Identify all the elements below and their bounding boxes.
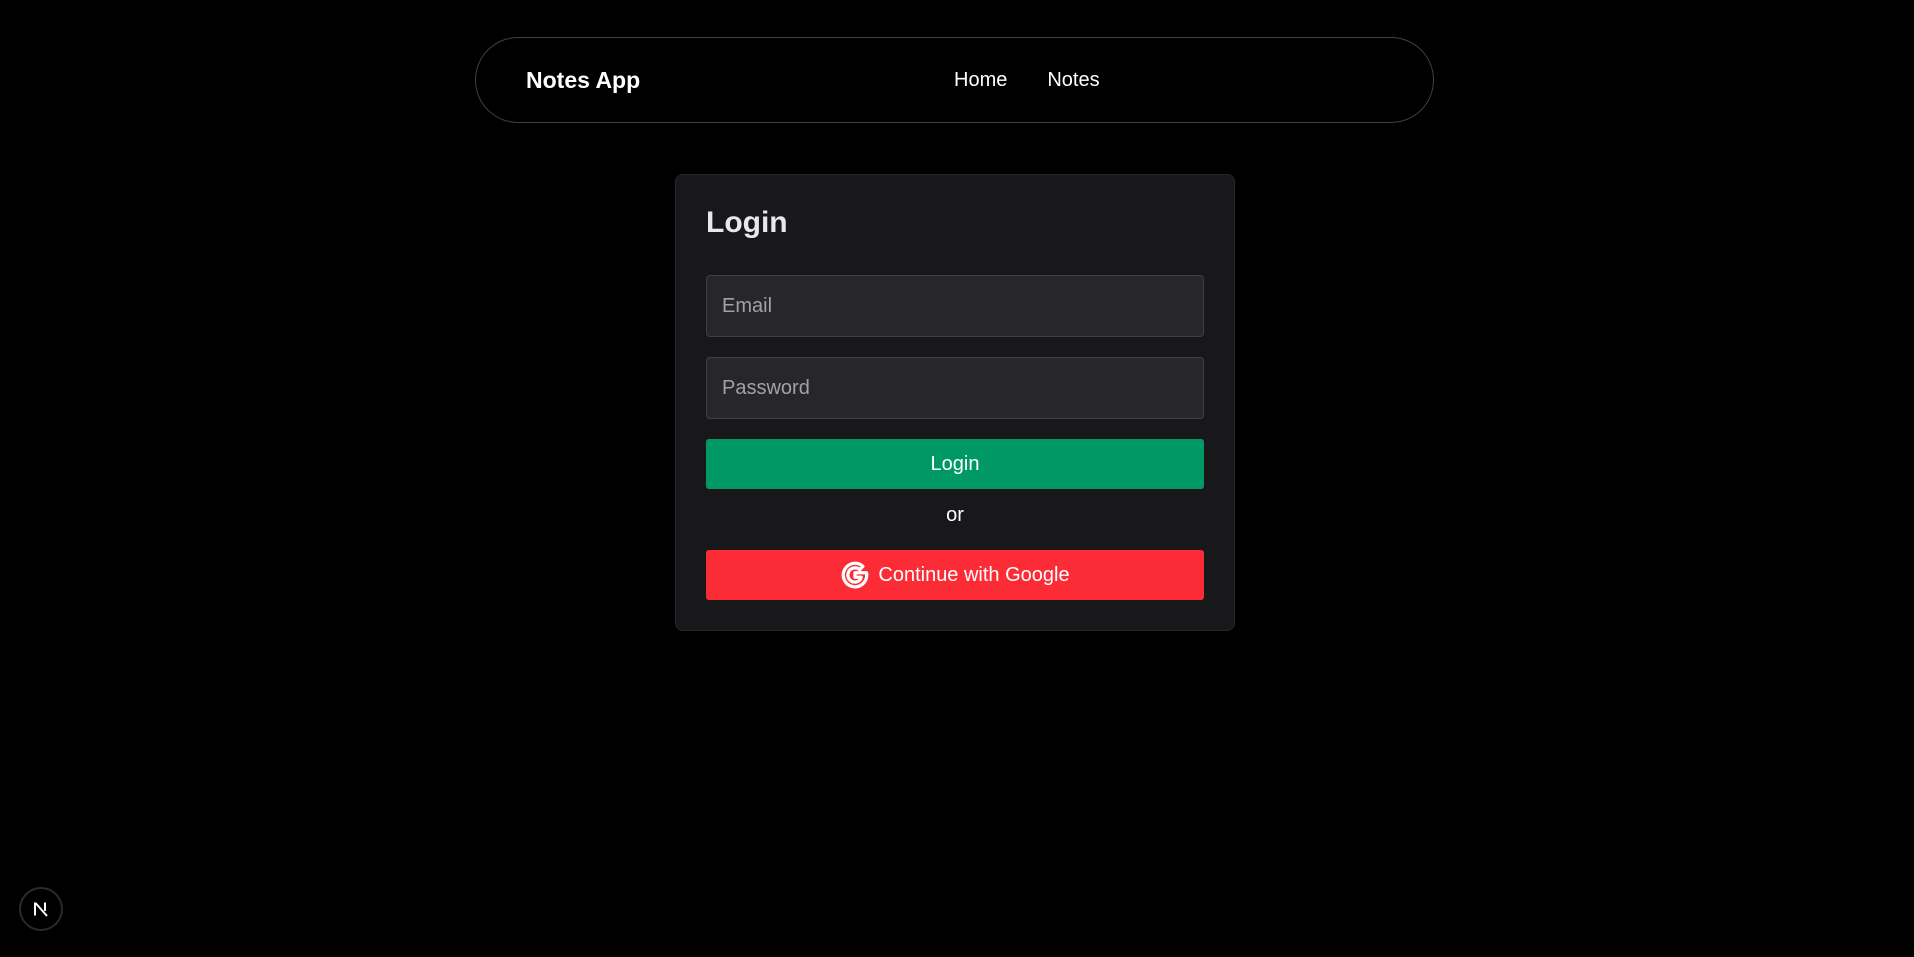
brand-title[interactable]: Notes App — [526, 38, 640, 122]
login-button[interactable]: Login — [706, 439, 1204, 489]
top-navbar: Notes App Home Notes — [475, 37, 1434, 123]
login-button-label: Login — [930, 452, 980, 475]
login-card: Login Login or Continue with Google — [675, 174, 1235, 631]
login-heading: Login — [706, 206, 788, 239]
nextjs-logo-icon — [34, 902, 48, 917]
or-divider: or — [946, 504, 964, 526]
email-input[interactable] — [706, 275, 1204, 337]
nav-link-home[interactable]: Home — [954, 69, 1007, 92]
google-signin-button[interactable]: Continue with Google — [706, 550, 1204, 600]
google-button-label: Continue with Google — [878, 563, 1070, 586]
password-input[interactable] — [706, 357, 1204, 419]
nextjs-dev-badge[interactable] — [19, 887, 63, 931]
google-g-icon — [842, 561, 869, 589]
nav-links: Home Notes — [954, 38, 1100, 122]
nav-link-notes[interactable]: Notes — [1047, 69, 1099, 92]
